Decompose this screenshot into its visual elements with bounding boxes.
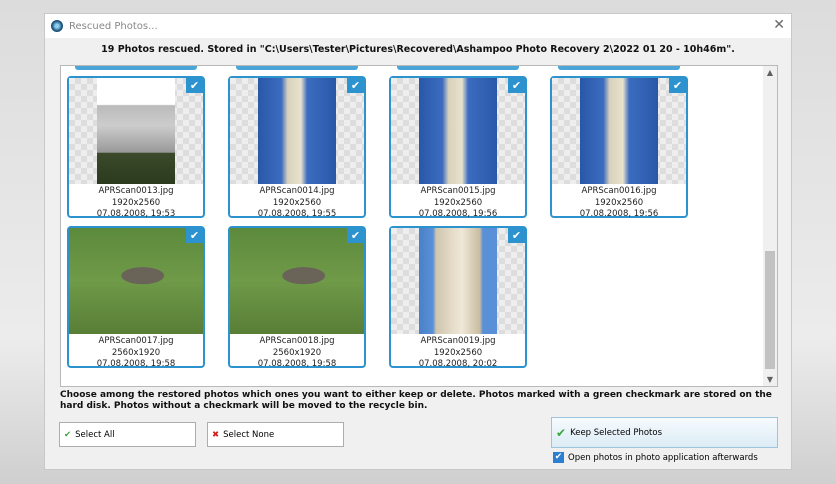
previous-row-card-edge xyxy=(558,66,680,70)
photo-date: 07.08.2008, 19:53 xyxy=(96,209,176,219)
photo-dimensions: 1920x2560 xyxy=(111,197,161,208)
instructions-text: Choose among the restored photos which o… xyxy=(60,390,772,411)
open-afterwards-checkbox[interactable]: ✔ xyxy=(553,452,564,463)
photo-date: 07.08.2008, 19:55 xyxy=(257,209,337,219)
keep-checkbox-icon[interactable]: ✔ xyxy=(347,228,364,243)
keep-checkbox-icon[interactable]: ✔ xyxy=(347,78,364,93)
previous-row-card-edge xyxy=(75,66,197,70)
photo-filename: APRScan0016.jpg xyxy=(581,186,657,196)
photo-filename: APRScan0013.jpg xyxy=(98,186,174,196)
select-all-button[interactable]: ✔ Select All xyxy=(59,422,196,447)
photo-date: 07.08.2008, 19:58 xyxy=(96,359,176,369)
status-header: 19 Photos rescued. Stored in "C:\Users\T… xyxy=(101,44,735,55)
photo-dimensions: 1920x2560 xyxy=(272,197,322,208)
photo-thumbnail[interactable] xyxy=(69,78,203,184)
photo-dimensions: 1920x2560 xyxy=(594,197,644,208)
cross-icon: ✖ xyxy=(212,429,220,440)
photo-thumbnail[interactable] xyxy=(552,78,686,184)
rescued-photos-window: Rescued Photos... ✕ 19 Photos rescued. S… xyxy=(44,13,792,470)
open-afterwards-option[interactable]: ✔ Open photos in photo application after… xyxy=(553,452,758,463)
photo-card[interactable]: ✔ APRScan0015.jpg 1920x2560 07.08.2008, … xyxy=(389,76,527,219)
keep-checkbox-icon[interactable]: ✔ xyxy=(186,78,203,93)
photo-card[interactable]: ✔ APRScan0014.jpg 1920x2560 07.08.2008, … xyxy=(228,76,366,219)
photo-thumbnail[interactable] xyxy=(69,228,203,334)
close-icon[interactable]: ✕ xyxy=(773,17,785,33)
previous-row-card-edge xyxy=(397,66,519,70)
photo-dimensions: 2560x1920 xyxy=(111,347,161,358)
photo-date: 07.08.2008, 19:58 xyxy=(257,359,337,369)
previous-row-card-edge xyxy=(236,66,358,70)
title-bar: Rescued Photos... ✕ xyxy=(45,14,791,38)
photo-grid: ▲ ▼ ✔ APRScan0013.jpg 1920x2560 07.08.20… xyxy=(60,65,778,387)
keep-selected-button[interactable]: ✔ Keep Selected Photos xyxy=(551,417,778,448)
photo-image xyxy=(69,228,203,334)
photo-date: 07.08.2008, 19:56 xyxy=(418,209,498,219)
photo-thumbnail[interactable] xyxy=(391,228,525,334)
photo-date: 07.08.2008, 20:02 xyxy=(418,359,498,369)
select-none-button[interactable]: ✖ Select None xyxy=(207,422,344,447)
scroll-down-icon[interactable]: ▼ xyxy=(763,375,777,384)
photo-filename: APRScan0018.jpg xyxy=(259,336,335,346)
photo-card[interactable]: ✔ APRScan0019.jpg 1920x2560 07.08.2008, … xyxy=(389,226,527,369)
photo-image xyxy=(580,78,658,184)
keep-checkbox-icon[interactable]: ✔ xyxy=(669,78,686,93)
scrollbar[interactable]: ▲ ▼ xyxy=(763,66,777,386)
photo-dimensions: 1920x2560 xyxy=(433,347,483,358)
photo-filename: APRScan0017.jpg xyxy=(98,336,174,346)
window-title: Rescued Photos... xyxy=(69,20,158,32)
photo-filename: APRScan0019.jpg xyxy=(420,336,496,346)
open-afterwards-label: Open photos in photo application afterwa… xyxy=(568,452,758,463)
photo-filename: APRScan0015.jpg xyxy=(420,186,496,196)
photo-date: 07.08.2008, 19:56 xyxy=(579,209,659,219)
photo-image xyxy=(97,78,175,184)
check-icon: ✔ xyxy=(64,429,72,440)
keep-checkbox-icon[interactable]: ✔ xyxy=(186,228,203,243)
photo-image xyxy=(419,228,497,334)
photo-image xyxy=(419,78,497,184)
app-icon xyxy=(51,20,63,32)
photo-card[interactable]: ✔ APRScan0016.jpg 1920x2560 07.08.2008, … xyxy=(550,76,688,219)
photo-image xyxy=(230,228,364,334)
photo-filename: APRScan0014.jpg xyxy=(259,186,335,196)
photo-thumbnail[interactable] xyxy=(230,228,364,334)
photo-image xyxy=(258,78,336,184)
scroll-up-icon[interactable]: ▲ xyxy=(763,68,777,77)
keep-checkbox-icon[interactable]: ✔ xyxy=(508,228,525,243)
photo-dimensions: 1920x2560 xyxy=(433,197,483,208)
check-icon: ✔ xyxy=(556,425,567,440)
keep-checkbox-icon[interactable]: ✔ xyxy=(508,78,525,93)
keep-selected-label: Keep Selected Photos xyxy=(570,427,662,438)
photo-card[interactable]: ✔ APRScan0018.jpg 2560x1920 07.08.2008, … xyxy=(228,226,366,369)
photo-card[interactable]: ✔ APRScan0013.jpg 1920x2560 07.08.2008, … xyxy=(67,76,205,219)
scrollbar-thumb[interactable] xyxy=(765,251,775,369)
photo-thumbnail[interactable] xyxy=(391,78,525,184)
photo-card[interactable]: ✔ APRScan0017.jpg 2560x1920 07.08.2008, … xyxy=(67,226,205,369)
select-none-label: Select None xyxy=(223,429,275,440)
photo-thumbnail[interactable] xyxy=(230,78,364,184)
photo-dimensions: 2560x1920 xyxy=(272,347,322,358)
select-all-label: Select All xyxy=(75,429,115,440)
